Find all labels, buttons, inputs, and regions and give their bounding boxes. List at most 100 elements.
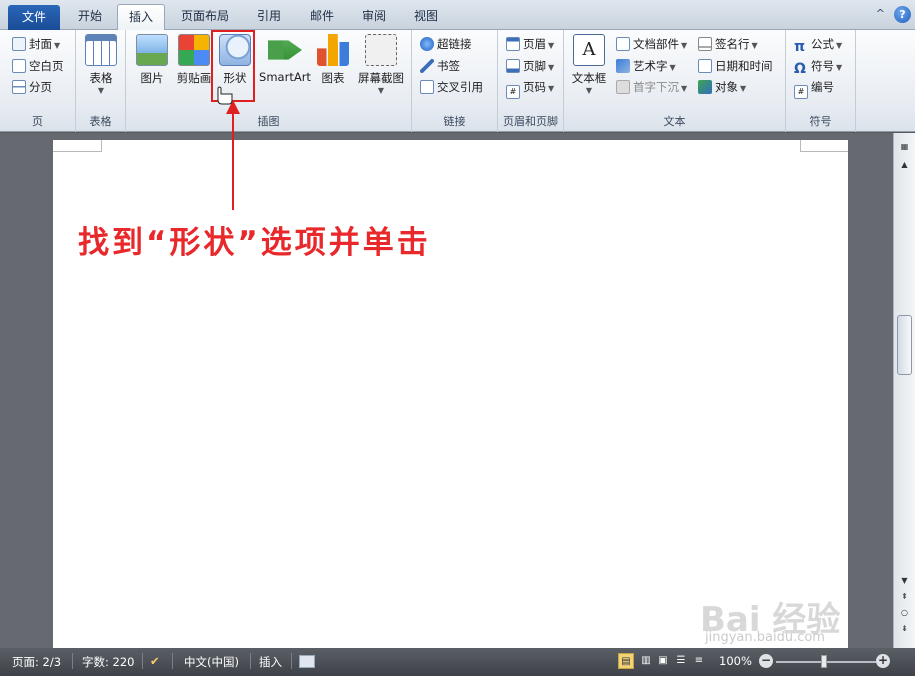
next-page-icon[interactable]: ⇟ <box>897 621 912 636</box>
calendar-icon <box>698 59 712 73</box>
signature-line-button[interactable]: 签名行 ▼ <box>698 34 758 54</box>
wordart-button[interactable]: 艺术字 ▼ <box>616 56 676 76</box>
blank-page-icon <box>12 59 26 73</box>
header-button[interactable]: 页眉 ▼ <box>506 34 554 54</box>
tab-mailings[interactable]: 邮件 <box>298 4 346 30</box>
language-indicator[interactable]: 中文(中国) <box>184 654 239 670</box>
drop-cap-icon <box>616 80 630 94</box>
group-label-illustrations: 插图 <box>257 115 280 128</box>
document-area <box>0 133 893 648</box>
textbox-button[interactable]: A 文本框 ▼ <box>568 34 610 95</box>
chart-icon <box>317 34 349 66</box>
zoom-in-button[interactable]: + <box>876 654 890 668</box>
chevron-down-icon: ▼ <box>97 86 105 95</box>
page-number-button[interactable]: # 页码 ▼ <box>506 77 554 99</box>
tab-view[interactable]: 视图 <box>402 4 450 30</box>
picture-icon <box>136 34 168 66</box>
status-separator <box>72 653 73 669</box>
quick-parts-icon <box>616 37 630 51</box>
outline-view-icon[interactable]: ☰ <box>673 653 689 669</box>
clip-art-icon <box>178 34 210 66</box>
tab-file[interactable]: 文件 <box>8 5 60 30</box>
footer-icon <box>506 59 520 73</box>
group-label-header-footer: 页眉和页脚 <box>503 115 558 128</box>
tab-review[interactable]: 审阅 <box>350 4 398 30</box>
scroll-up-icon[interactable]: ▲ <box>897 157 912 172</box>
bookmark-button[interactable]: 书签 <box>420 56 460 76</box>
draft-view-icon[interactable]: ≡ <box>691 653 707 669</box>
bookmark-icon <box>420 59 434 73</box>
wordart-icon <box>616 59 630 73</box>
cross-reference-button[interactable]: 交叉引用 <box>420 77 483 97</box>
omega-icon: Ω <box>794 61 806 77</box>
group-label-symbols: 符号 <box>809 115 832 128</box>
word-count[interactable]: 字数: 220 <box>82 654 134 670</box>
clip-art-button[interactable]: 剪贴画 <box>172 34 216 86</box>
drop-cap-button[interactable]: 首字下沉 ▼ <box>616 77 687 97</box>
blank-page-button[interactable]: 空白页 <box>12 56 64 76</box>
web-layout-icon[interactable]: ▣ <box>655 653 671 669</box>
zoom-level[interactable]: 100% <box>719 654 752 668</box>
scroll-down-icon[interactable]: ▼ <box>897 573 912 588</box>
smartart-icon <box>268 40 302 60</box>
cross-reference-icon <box>420 80 434 94</box>
group-header-footer: 页眉 ▼ 页脚 ▼ # 页码 ▼ 页眉和页脚 <box>498 30 564 132</box>
screenshot-button[interactable]: 屏幕截图 ▼ <box>354 34 408 95</box>
baidu-watermark-url: jingyan.baidu.com <box>705 630 825 645</box>
table-icon <box>85 34 117 66</box>
signature-line-icon <box>698 37 712 51</box>
proofing-icon[interactable]: ✔ <box>150 654 160 668</box>
symbol-button[interactable]: Ω 符号 ▼ <box>794 56 842 76</box>
page-break-icon <box>12 80 26 94</box>
full-screen-reading-icon[interactable]: ▥ <box>638 653 654 669</box>
group-symbols: π 公式 ▼ Ω 符号 ▼ # 编号 符号 <box>786 30 856 132</box>
group-label-tables: 表格 <box>89 115 112 128</box>
chart-button[interactable]: 图表 <box>316 34 350 86</box>
scroll-thumb[interactable] <box>897 315 912 375</box>
zoom-slider-thumb[interactable] <box>821 655 827 668</box>
cover-page-button[interactable]: 封面 ▼ <box>12 34 60 54</box>
status-separator <box>291 653 292 669</box>
header-icon <box>506 37 520 51</box>
tab-insert[interactable]: 插入 <box>117 4 165 31</box>
print-layout-view-icon[interactable]: ▤ <box>618 653 634 669</box>
browse-object-icon[interactable]: ○ <box>897 605 912 620</box>
object-button[interactable]: 对象 ▼ <box>698 77 746 97</box>
quick-parts-button[interactable]: 文档部件 ▼ <box>616 34 687 54</box>
date-time-button[interactable]: 日期和时间 <box>698 56 773 76</box>
zoom-out-button[interactable]: − <box>759 654 773 668</box>
status-bar: 页面: 2/3 字数: 220 ✔ 中文(中国) 插入 ▤ ▥ ▣ ☰ ≡ 10… <box>0 648 915 676</box>
hyperlink-button[interactable]: 超链接 <box>420 34 472 54</box>
page-break-button[interactable]: 分页 <box>12 77 52 97</box>
vertical-scrollbar[interactable]: ▦ ▲ ▼ ⇞ ○ ⇟ <box>893 133 915 648</box>
page-count[interactable]: 页面: 2/3 <box>12 654 61 670</box>
prev-page-icon[interactable]: ⇞ <box>897 589 912 604</box>
number-icon: # <box>794 85 808 99</box>
object-icon <box>698 80 712 94</box>
ribbon-tab-bar: 文件 开始 插入 页面布局 引用 邮件 审阅 视图 ^ ? <box>0 0 915 31</box>
table-button[interactable]: 表格 ▼ <box>81 34 121 95</box>
equation-button[interactable]: π 公式 ▼ <box>794 34 842 54</box>
status-separator <box>250 653 251 669</box>
group-illustrations: 图片 剪贴画 形状 SmartArt 图表 屏幕截图 ▼ 插图 <box>126 30 412 132</box>
insert-mode-indicator[interactable]: 插入 <box>259 654 282 670</box>
group-label-text: 文本 <box>663 115 686 128</box>
textbox-icon: A <box>573 34 605 66</box>
macro-record-icon[interactable] <box>299 655 315 668</box>
smartart-button[interactable]: SmartArt <box>256 34 314 84</box>
group-label-pages: 页 <box>32 115 43 128</box>
status-separator <box>172 653 173 669</box>
picture-button[interactable]: 图片 <box>132 34 172 86</box>
footer-button[interactable]: 页脚 ▼ <box>506 56 554 76</box>
numbering-button[interactable]: # 编号 <box>794 77 834 99</box>
ruler-toggle-icon[interactable]: ▦ <box>897 139 912 154</box>
status-separator <box>142 653 143 669</box>
group-label-links: 链接 <box>443 115 466 128</box>
tab-home[interactable]: 开始 <box>66 4 114 30</box>
tab-references[interactable]: 引用 <box>245 4 293 30</box>
margin-corner-top-left <box>53 140 102 152</box>
minimize-ribbon-icon[interactable]: ^ <box>876 7 885 20</box>
tab-page-layout[interactable]: 页面布局 <box>170 4 240 30</box>
help-icon[interactable]: ? <box>894 6 911 23</box>
group-text: A 文本框 ▼ 文档部件 ▼ 艺术字 ▼ 首字下沉 ▼ 签名行 ▼ 日期和时间 对象 ▼ … <box>564 30 786 132</box>
